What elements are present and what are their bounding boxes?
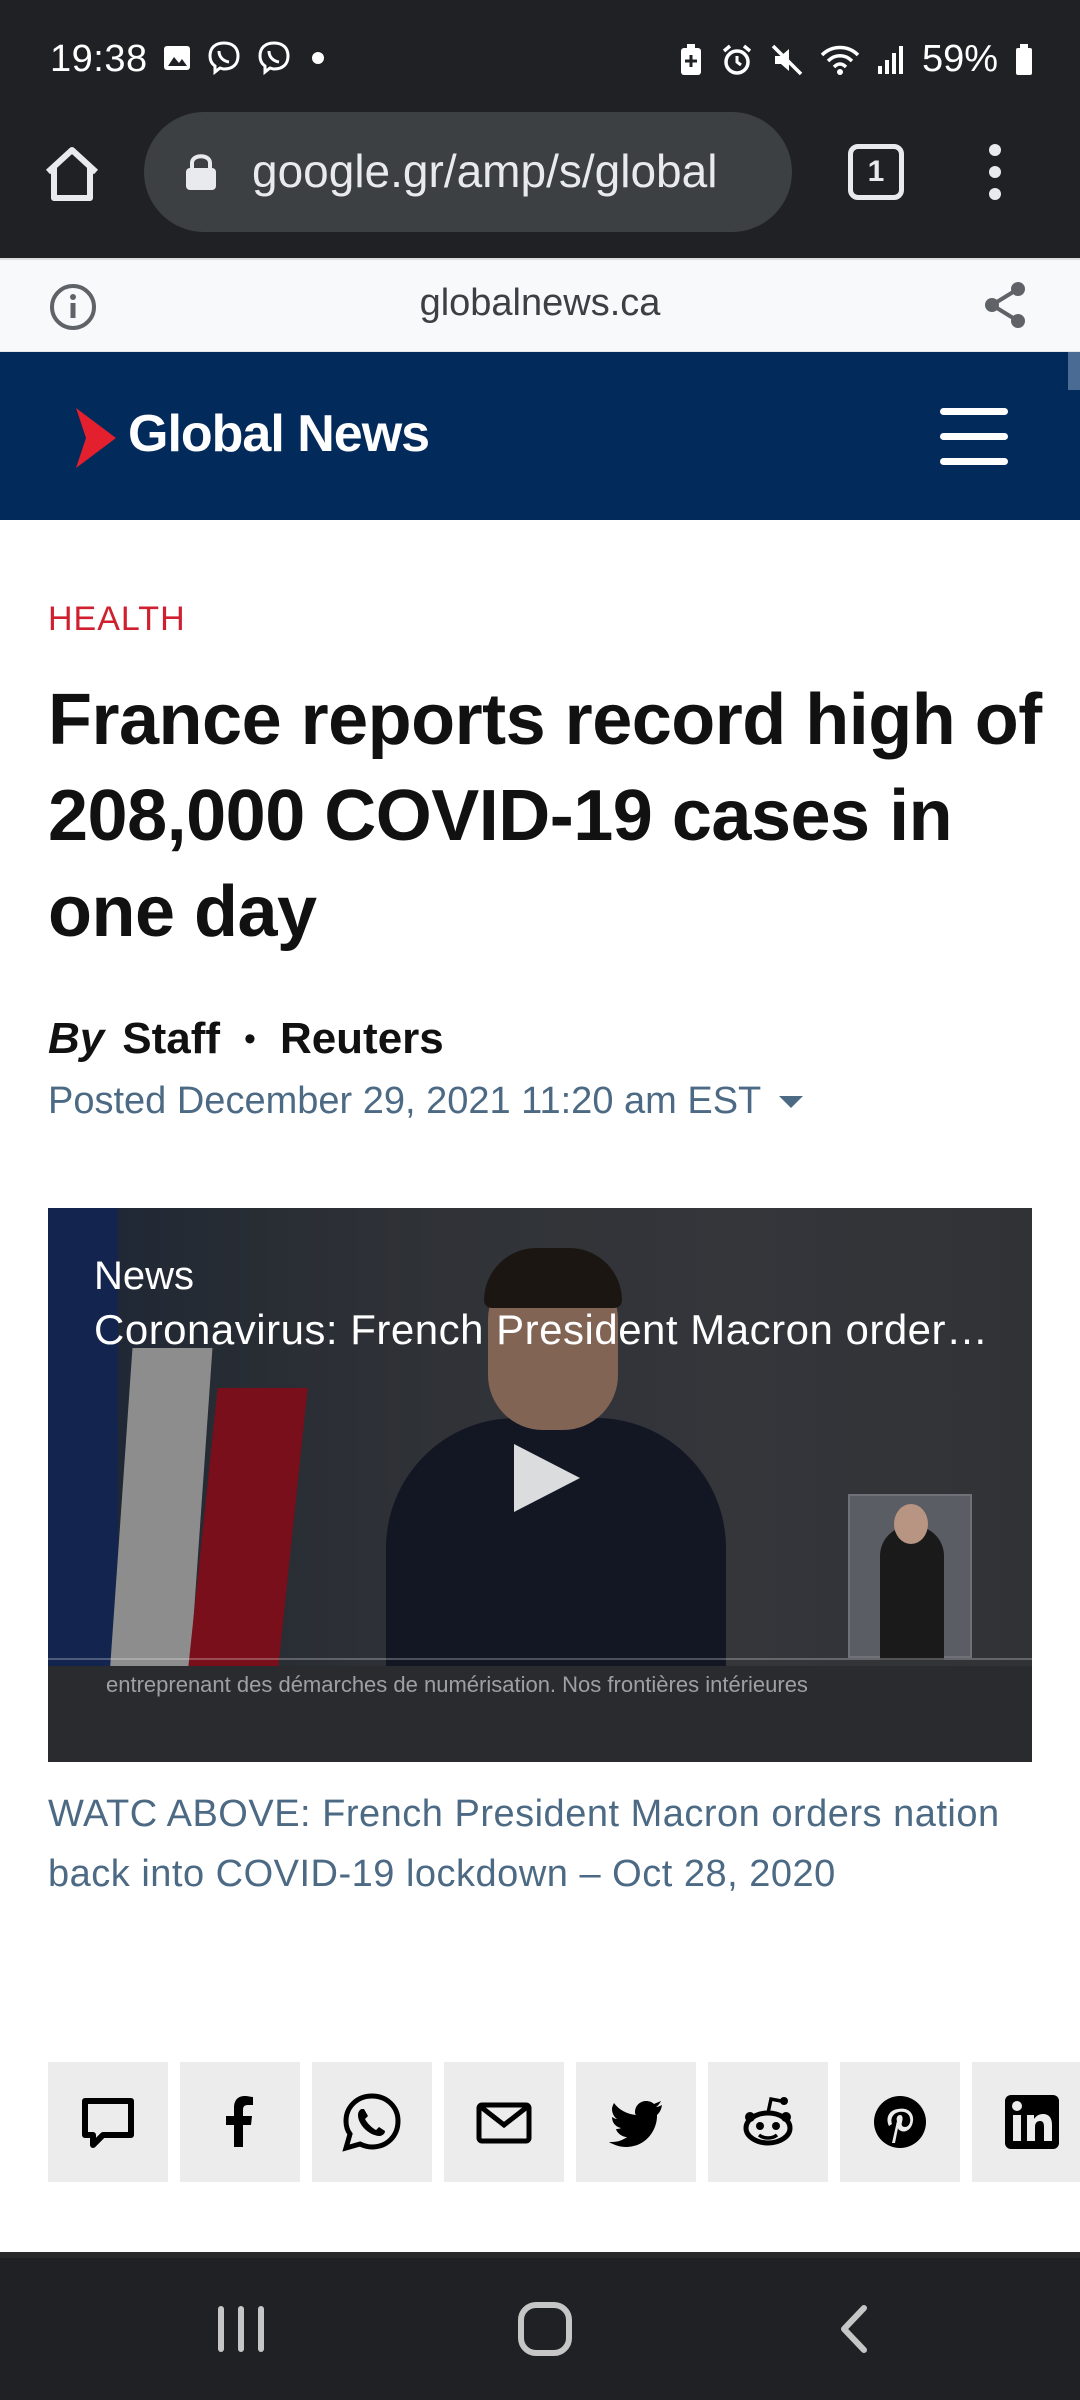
dot-icon (312, 52, 324, 64)
source-name[interactable]: Reuters (280, 1014, 444, 1064)
video-title: Coronavirus: French President Macron ord… (94, 1306, 1004, 1353)
site-header: Global News (0, 352, 1080, 520)
url-text[interactable]: google.gr/amp/s/global (252, 144, 782, 198)
battery-percent: 59% (921, 38, 998, 80)
linkedin-icon (1005, 2095, 1059, 2149)
viber-icon (208, 41, 240, 76)
comment-button[interactable] (48, 2062, 168, 2182)
byline: By Staff • Reuters (48, 1014, 444, 1064)
wifi-icon (820, 45, 860, 75)
share-bar (48, 2062, 1080, 2182)
browser-toolbar: google.gr/amp/s/global 1 (0, 112, 1080, 258)
chevron-down-icon[interactable] (779, 1095, 804, 1108)
twitter-share-button[interactable] (576, 2062, 696, 2182)
twitter-icon (609, 2101, 662, 2147)
amp-header: globalnews.ca (0, 258, 1080, 352)
comment-icon (82, 2098, 134, 2148)
alarm-icon (722, 44, 752, 75)
posted-date[interactable]: Posted December 29, 2021 11:20 am EST (48, 1080, 804, 1123)
signal-icon (877, 45, 903, 74)
pinterest-share-button[interactable] (840, 2062, 960, 2182)
battery-saver-icon (680, 43, 701, 75)
mute-icon (771, 44, 803, 75)
reddit-icon (743, 2096, 793, 2146)
posted-text: Posted December 29, 2021 11:20 am EST (48, 1080, 762, 1122)
status-time: 19:38 (50, 38, 148, 80)
pinterest-icon (874, 2096, 926, 2148)
video-subtitle: entreprenant des démarches de numérisati… (106, 1672, 808, 1697)
back-icon[interactable] (830, 2302, 880, 2356)
more-options-icon[interactable] (980, 142, 1010, 202)
global-news-logo-icon[interactable] (74, 406, 118, 470)
battery-icon (1016, 43, 1032, 75)
amp-domain: globalnews.ca (419, 282, 661, 324)
email-icon (476, 2102, 532, 2144)
address-bar[interactable]: google.gr/amp/s/global (144, 112, 792, 232)
by-label: By (48, 1014, 105, 1063)
article-headline: France reports record high of 208,000 CO… (48, 680, 1042, 952)
scrollbar[interactable] (1068, 352, 1080, 390)
sign-language-inset (848, 1494, 972, 1660)
system-navigation-bar (0, 2258, 1080, 2400)
viber-icon (258, 41, 290, 76)
reddit-share-button[interactable] (708, 2062, 828, 2182)
facebook-share-button[interactable] (180, 2062, 300, 2182)
status-bar: 19:38 59% (0, 0, 1080, 112)
video-label: News (94, 1254, 195, 1298)
lock-icon[interactable] (184, 152, 218, 192)
email-share-button[interactable] (444, 2062, 564, 2182)
video-caption: WATC ABOVE: French President Macron orde… (48, 1793, 1000, 1895)
facebook-icon (226, 2096, 253, 2147)
video-progress (48, 1658, 1032, 1660)
video-player[interactable]: News Coronavirus: French President Macro… (48, 1208, 1032, 1762)
home-nav-icon[interactable] (518, 2302, 572, 2356)
share-icon[interactable] (982, 280, 1028, 330)
author-name[interactable]: Staff (122, 1014, 220, 1064)
category-label[interactable]: HEALTH (48, 600, 186, 639)
tab-switcher-button[interactable]: 1 (848, 144, 904, 200)
linkedin-share-button[interactable] (972, 2062, 1080, 2182)
byline-separator: • (244, 1019, 256, 1058)
whatsapp-icon (342, 2093, 401, 2152)
hamburger-menu-icon[interactable] (940, 408, 1008, 466)
whatsapp-share-button[interactable] (312, 2062, 432, 2182)
home-icon[interactable] (40, 142, 104, 206)
play-icon[interactable] (514, 1444, 580, 1512)
notification-icons (162, 40, 330, 76)
system-status: 59% (678, 38, 1034, 81)
recent-apps-icon[interactable] (218, 2306, 264, 2352)
gallery-icon (164, 46, 190, 70)
site-logo[interactable]: Global News (128, 404, 430, 464)
